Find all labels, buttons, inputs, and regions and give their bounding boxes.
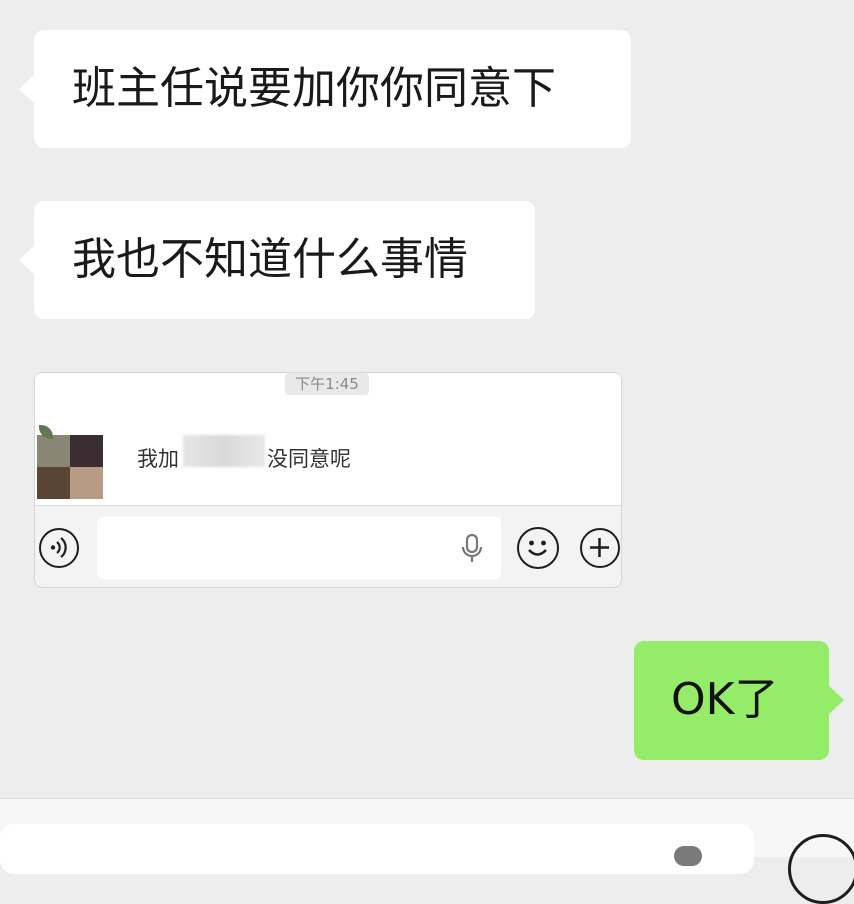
screenshot-timestamp: 下午1:45 — [285, 373, 369, 395]
redacted-name-blur — [183, 435, 265, 467]
microphone-icon[interactable] — [674, 846, 702, 866]
message-text: 我也不知道什么事情 — [72, 234, 468, 285]
emoji-icon — [517, 527, 559, 569]
voice-icon — [39, 528, 79, 568]
plus-icon — [580, 528, 620, 568]
divider — [35, 505, 621, 506]
microphone-icon — [461, 533, 483, 562]
message-input[interactable] — [0, 824, 754, 874]
image-message-screenshot[interactable]: 下午1:45 我加 没同意呢 — [34, 372, 622, 588]
screenshot-avatar — [37, 435, 103, 499]
incoming-message-bubble[interactable]: 班主任说要加你你同意下 — [19, 30, 631, 148]
screenshot-input-field — [97, 517, 501, 579]
message-text: 班主任说要加你你同意下 — [72, 63, 556, 114]
incoming-message-bubble[interactable]: 我也不知道什么事情 — [19, 201, 535, 319]
outgoing-message-bubble[interactable]: OK了 — [634, 641, 844, 760]
emoji-button-icon[interactable] — [788, 834, 854, 904]
message-text: OK了 — [671, 674, 779, 725]
